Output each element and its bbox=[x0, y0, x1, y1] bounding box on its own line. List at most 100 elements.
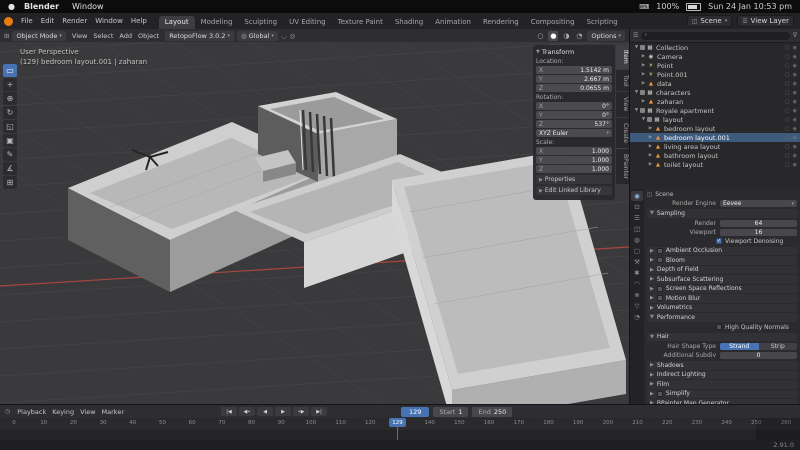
workspace-tab-texture-paint[interactable]: Texture Paint bbox=[332, 16, 389, 29]
disclosure-icon[interactable]: ▶ bbox=[647, 126, 654, 131]
rotation-y-field[interactable]: Y0° bbox=[536, 111, 612, 119]
options-dropdown[interactable]: Options ▾ bbox=[587, 31, 625, 41]
hide-viewport-toggle-icon[interactable]: ▢ bbox=[785, 162, 790, 168]
performance-panel-header[interactable]: ▼ Performance bbox=[647, 313, 797, 322]
hide-viewport-toggle-icon[interactable]: ▢ bbox=[785, 63, 790, 69]
next-keyframe-button[interactable]: ∙▶ bbox=[293, 407, 309, 416]
n-panel-tab-tool[interactable]: Tool bbox=[616, 70, 629, 92]
outliner-row-bathroom-layout[interactable]: ▶▲bathroom layout▢◉ bbox=[630, 151, 800, 160]
hide-render-toggle-icon[interactable]: ◉ bbox=[793, 72, 797, 78]
n-panel-tab-item[interactable]: Item bbox=[616, 45, 629, 69]
ambient-occlusion-panel-header[interactable]: ▶Ambient Occlusion bbox=[647, 247, 797, 256]
hide-viewport-toggle-icon[interactable]: ▢ bbox=[785, 108, 790, 114]
transform-orientation-dropdown[interactable]: ◍ Global ▾ bbox=[237, 31, 278, 41]
workspace-tab-modeling[interactable]: Modeling bbox=[195, 16, 239, 29]
outliner-row-collection[interactable]: ▼▦Collection▢◉ bbox=[630, 43, 800, 52]
disclosure-open-icon[interactable]: ▼ bbox=[640, 117, 647, 122]
outliner-row-point[interactable]: ▶☀Point▢◉ bbox=[630, 61, 800, 70]
annotate-tool[interactable]: ✎ bbox=[3, 148, 17, 161]
scale-y-field[interactable]: Y1.000 bbox=[536, 156, 612, 164]
outliner-row-data[interactable]: ▶▲data▢◉ bbox=[630, 79, 800, 88]
move-tool[interactable]: ⊕ bbox=[3, 92, 17, 105]
n-panel-tab-create[interactable]: Create bbox=[616, 118, 629, 148]
disclosure-icon[interactable]: ▶ bbox=[647, 153, 654, 158]
workspace-tab-compositing[interactable]: Compositing bbox=[525, 16, 581, 29]
disclosure-open-icon[interactable]: ▼ bbox=[633, 45, 640, 50]
topbar-menu-file[interactable]: File bbox=[17, 17, 37, 25]
collection-checkbox[interactable] bbox=[640, 108, 645, 113]
hair-shape-strip-button[interactable]: Strip bbox=[759, 343, 798, 350]
film-panel-header[interactable]: ▶Film bbox=[647, 380, 797, 389]
play-reverse-button[interactable]: ◀ bbox=[257, 407, 273, 416]
hide-render-toggle-icon[interactable]: ◉ bbox=[793, 126, 797, 132]
playhead-frame-badge[interactable]: 129 bbox=[389, 418, 406, 427]
additional-subdiv-field[interactable]: 0 bbox=[720, 352, 797, 359]
hide-render-toggle-icon[interactable]: ◉ bbox=[793, 99, 797, 105]
topbar-menu-help[interactable]: Help bbox=[127, 17, 151, 25]
depth-of-field-panel-header[interactable]: ▶Depth of Field bbox=[647, 266, 797, 275]
hide-viewport-toggle-icon[interactable]: ▢ bbox=[785, 72, 790, 78]
hide-viewport-toggle-icon[interactable]: ▢ bbox=[785, 153, 790, 159]
hide-render-toggle-icon[interactable]: ◉ bbox=[793, 54, 797, 60]
viewport-menu-add[interactable]: Add bbox=[116, 32, 135, 40]
topbar-menu-window[interactable]: Window bbox=[91, 17, 127, 25]
viewport-menu-view[interactable]: View bbox=[69, 32, 90, 40]
checkbox-icon[interactable] bbox=[716, 324, 722, 330]
outliner-row-bedroom-layout[interactable]: ▶▲bedroom layout▢◉ bbox=[630, 124, 800, 133]
timeline-menu-marker[interactable]: Marker bbox=[99, 408, 127, 416]
scale-z-field[interactable]: Z1.000 bbox=[536, 165, 612, 173]
outliner-editor-icon[interactable]: ☰ bbox=[633, 32, 638, 39]
hide-render-toggle-icon[interactable]: ◉ bbox=[793, 117, 797, 123]
n-panel-tab-view[interactable]: View bbox=[616, 92, 629, 116]
rotate-tool[interactable]: ↻ bbox=[3, 106, 17, 119]
n-panel-tab-bpainter[interactable]: BPainter bbox=[616, 149, 629, 184]
hide-viewport-toggle-icon[interactable]: ▢ bbox=[785, 90, 790, 96]
location-y-field[interactable]: Y2.667 m bbox=[536, 75, 612, 83]
collection-checkbox[interactable] bbox=[640, 90, 645, 95]
rotation-z-field[interactable]: Z537° bbox=[536, 120, 612, 128]
workspace-tab-shading[interactable]: Shading bbox=[389, 16, 429, 29]
timeline-playhead[interactable]: 129 bbox=[397, 418, 398, 441]
outliner-row-living-area-layout[interactable]: ▶▲living area layout▢◉ bbox=[630, 142, 800, 151]
transform-panel-header[interactable]: ▼ Transform bbox=[536, 48, 612, 56]
apple-menu-icon[interactable]: ● bbox=[8, 2, 15, 11]
hide-viewport-toggle-icon[interactable]: ▢ bbox=[785, 45, 790, 51]
proportional-editing-icon[interactable]: ◎ bbox=[290, 32, 296, 40]
disclosure-icon[interactable]: ▶ bbox=[640, 54, 647, 59]
scale-x-field[interactable]: X1.000 bbox=[536, 147, 612, 155]
screen-space-reflections-panel-header[interactable]: ▶Screen Space Reflections bbox=[647, 285, 797, 294]
shadows-panel-header[interactable]: ▶Shadows bbox=[647, 361, 797, 370]
collection-checkbox[interactable] bbox=[647, 117, 652, 122]
snap-magnet-icon[interactable]: ◡ bbox=[281, 32, 287, 40]
prev-keyframe-button[interactable]: ◀∙ bbox=[239, 407, 255, 416]
sampling-viewport-field[interactable]: 16 bbox=[720, 229, 797, 236]
motion-blur-panel-header[interactable]: ▶Motion Blur bbox=[647, 294, 797, 303]
checkbox-icon[interactable] bbox=[657, 257, 663, 263]
location-z-field[interactable]: Z0.0655 m bbox=[536, 84, 612, 92]
hair-shape-strand-button[interactable]: Strand bbox=[720, 343, 759, 350]
outliner-row-zaharan[interactable]: ▶▲zaharan▢◉ bbox=[630, 97, 800, 106]
jump-to-start-button[interactable]: |◀ bbox=[221, 407, 237, 416]
properties-tab-constraints[interactable]: ⊗ bbox=[631, 290, 643, 300]
rotation-mode-dropdown[interactable]: XYZ Euler ▾ bbox=[536, 129, 612, 137]
collection-checkbox[interactable] bbox=[640, 45, 645, 50]
add-cube-tool[interactable]: ⊞ bbox=[3, 176, 17, 189]
scene-selector[interactable]: ◫ Scene ▾ bbox=[687, 15, 733, 27]
properties-tab-world[interactable]: ◍ bbox=[631, 235, 643, 245]
timeline-menu-playback[interactable]: Playback bbox=[14, 408, 49, 416]
editor-type-icon[interactable]: ⊞ bbox=[4, 32, 9, 40]
location-x-field[interactable]: X1.5142 m bbox=[536, 66, 612, 74]
keyboard-icon[interactable]: ⌨ bbox=[639, 3, 649, 11]
shading-wireframe-icon[interactable]: ○ bbox=[535, 31, 545, 41]
hide-render-toggle-icon[interactable]: ◉ bbox=[793, 63, 797, 69]
bloom-panel-header[interactable]: ▶Bloom bbox=[647, 256, 797, 265]
menubar-clock[interactable]: Sun 24 Jan 10:53 pm bbox=[708, 2, 792, 11]
viewport-denoising-row[interactable]: ✓ Viewport Denoising bbox=[647, 237, 797, 246]
outliner-search-input[interactable]: ⌕ bbox=[641, 32, 790, 40]
outliner-row-layout[interactable]: ▼▦layout▢◉ bbox=[630, 115, 800, 124]
properties-tab-material[interactable]: ◔ bbox=[631, 312, 643, 322]
retopoflow-addon-button[interactable]: RetopoFlow 3.0.2 ▾ bbox=[165, 31, 234, 41]
timeline-menu-keying[interactable]: Keying bbox=[49, 408, 77, 416]
mode-dropdown[interactable]: Object Mode ▾ bbox=[12, 31, 65, 41]
disclosure-icon[interactable]: ▶ bbox=[640, 63, 647, 68]
